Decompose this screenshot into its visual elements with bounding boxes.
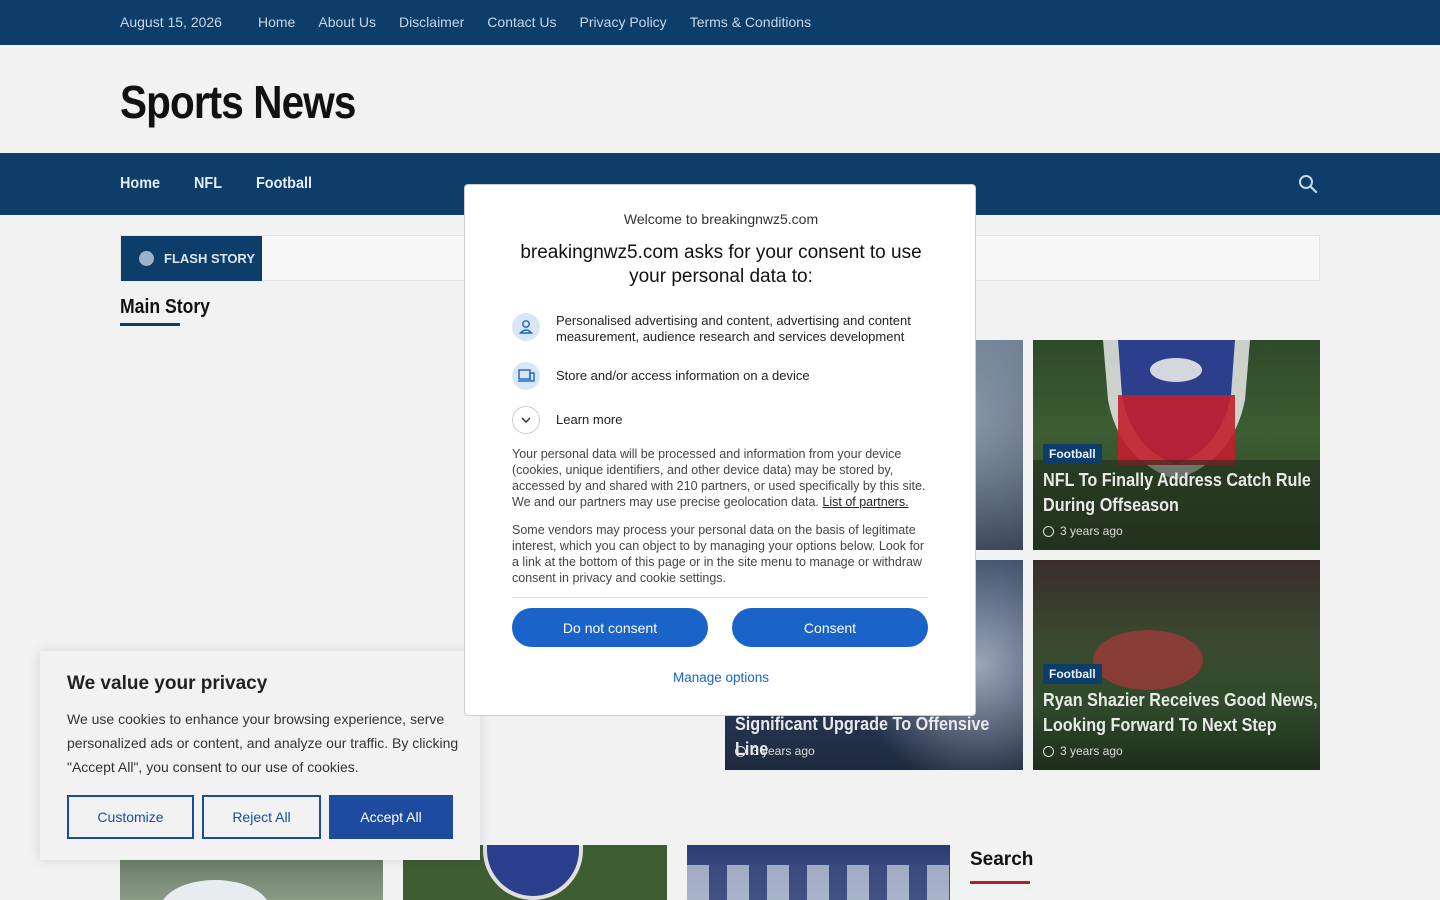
flash-story-label: FLASH STORY: [121, 236, 262, 281]
top-bar: August 15, 2026 Home About Us Disclaimer…: [0, 0, 1440, 45]
story-thumb-3[interactable]: [687, 845, 950, 900]
consent-purpose-label: Store and/or access information on a dev…: [556, 368, 810, 383]
top-nav-terms[interactable]: Terms & Conditions: [690, 14, 811, 30]
top-nav-home[interactable]: Home: [258, 14, 295, 30]
accept-all-button[interactable]: Accept All: [329, 795, 453, 839]
consent-headline: breakingnwz5.com asks for your consent t…: [520, 242, 922, 287]
card-time: 3 years ago: [1060, 744, 1123, 758]
learn-more-toggle[interactable]: Learn more: [512, 406, 932, 434]
main-nav-home[interactable]: Home: [120, 175, 160, 193]
search-icon[interactable]: [1298, 174, 1318, 194]
consent-body-2: Some vendors may process your personal d…: [512, 523, 925, 585]
cookie-banner: We value your privacy We use cookies to …: [40, 651, 480, 860]
card-category-badge[interactable]: Football: [1043, 664, 1102, 684]
main-nav-football[interactable]: Football: [256, 175, 312, 193]
list-of-partners-link[interactable]: List of partners.: [822, 495, 908, 509]
top-nav: Home About Us Disclaimer Contact Us Priv…: [258, 14, 811, 30]
consent-purpose-advertising: Personalised advertising and content, ad…: [512, 313, 932, 345]
site-title[interactable]: Sports News: [120, 75, 356, 129]
thumb-photo: [160, 880, 270, 900]
search-widget-heading: Search: [970, 849, 1034, 870]
story-card-nfl-catch-rule[interactable]: Football NFL To Finally Address Catch Ru…: [1033, 340, 1320, 550]
top-nav-contact-us[interactable]: Contact Us: [487, 14, 556, 30]
consent-welcome: Welcome to breakingnwz5.com: [623, 211, 819, 227]
chevron-down-icon: [512, 406, 540, 434]
consent-button[interactable]: Consent: [732, 608, 928, 647]
main-story-underline: [120, 323, 180, 326]
learn-more-label[interactable]: Learn more: [556, 412, 622, 428]
consent-body-1: Your personal data will be processed and…: [512, 446, 930, 510]
consent-purpose-device: Store and/or access information on a dev…: [512, 362, 932, 390]
top-nav-disclaimer[interactable]: Disclaimer: [399, 14, 464, 30]
card-meta: 3 years ago: [1043, 744, 1123, 758]
consent-purpose-label: Personalised advertising and content, ad…: [556, 313, 911, 344]
clock-icon: [735, 745, 746, 757]
main-nav-nfl[interactable]: NFL: [194, 175, 222, 193]
consent-dialog: Welcome to breakingnwz5.com breakingnwz5…: [464, 184, 976, 716]
story-thumb-1[interactable]: [120, 860, 383, 900]
card-photo-players: [1093, 630, 1203, 690]
clock-icon: [1043, 745, 1054, 757]
thumb-photo: [483, 845, 583, 900]
cookie-banner-title: We value your privacy: [67, 673, 268, 694]
top-nav-privacy-policy[interactable]: Privacy Policy: [580, 14, 667, 30]
card-title[interactable]: NFL To Finally Address Catch Rule During…: [1043, 468, 1320, 518]
card-time: 3 years ago: [752, 744, 815, 758]
search-widget-underline: [970, 881, 1030, 884]
card-meta: 3 years ago: [735, 744, 815, 758]
person-icon: [512, 313, 540, 341]
thumb-photo: [687, 865, 950, 900]
main-story-heading: Main Story: [120, 296, 210, 318]
card-meta: 3 years ago: [1043, 524, 1123, 538]
manage-options-link[interactable]: Manage options: [465, 670, 977, 685]
do-not-consent-button[interactable]: Do not consent: [512, 608, 708, 647]
card-time: 3 years ago: [1060, 524, 1123, 538]
masthead: Sports News: [0, 45, 1440, 153]
clock-icon: [1043, 525, 1054, 537]
card-title[interactable]: Ryan Shazier Receives Good News, Looking…: [1043, 688, 1320, 738]
consent-divider: [512, 597, 928, 598]
customize-button[interactable]: Customize: [67, 795, 194, 839]
flash-dot-icon: [139, 251, 154, 266]
story-card-shazier[interactable]: Football Ryan Shazier Receives Good News…: [1033, 560, 1320, 770]
cookie-banner-text: We use cookies to enhance your browsing …: [67, 711, 459, 775]
current-date: August 15, 2026: [120, 14, 222, 30]
card-category-badge[interactable]: Football: [1043, 444, 1102, 464]
reject-all-button[interactable]: Reject All: [202, 795, 321, 839]
top-nav-about-us[interactable]: About Us: [318, 14, 376, 30]
devices-icon: [512, 362, 540, 390]
flash-story-text: FLASH STORY: [164, 251, 256, 266]
